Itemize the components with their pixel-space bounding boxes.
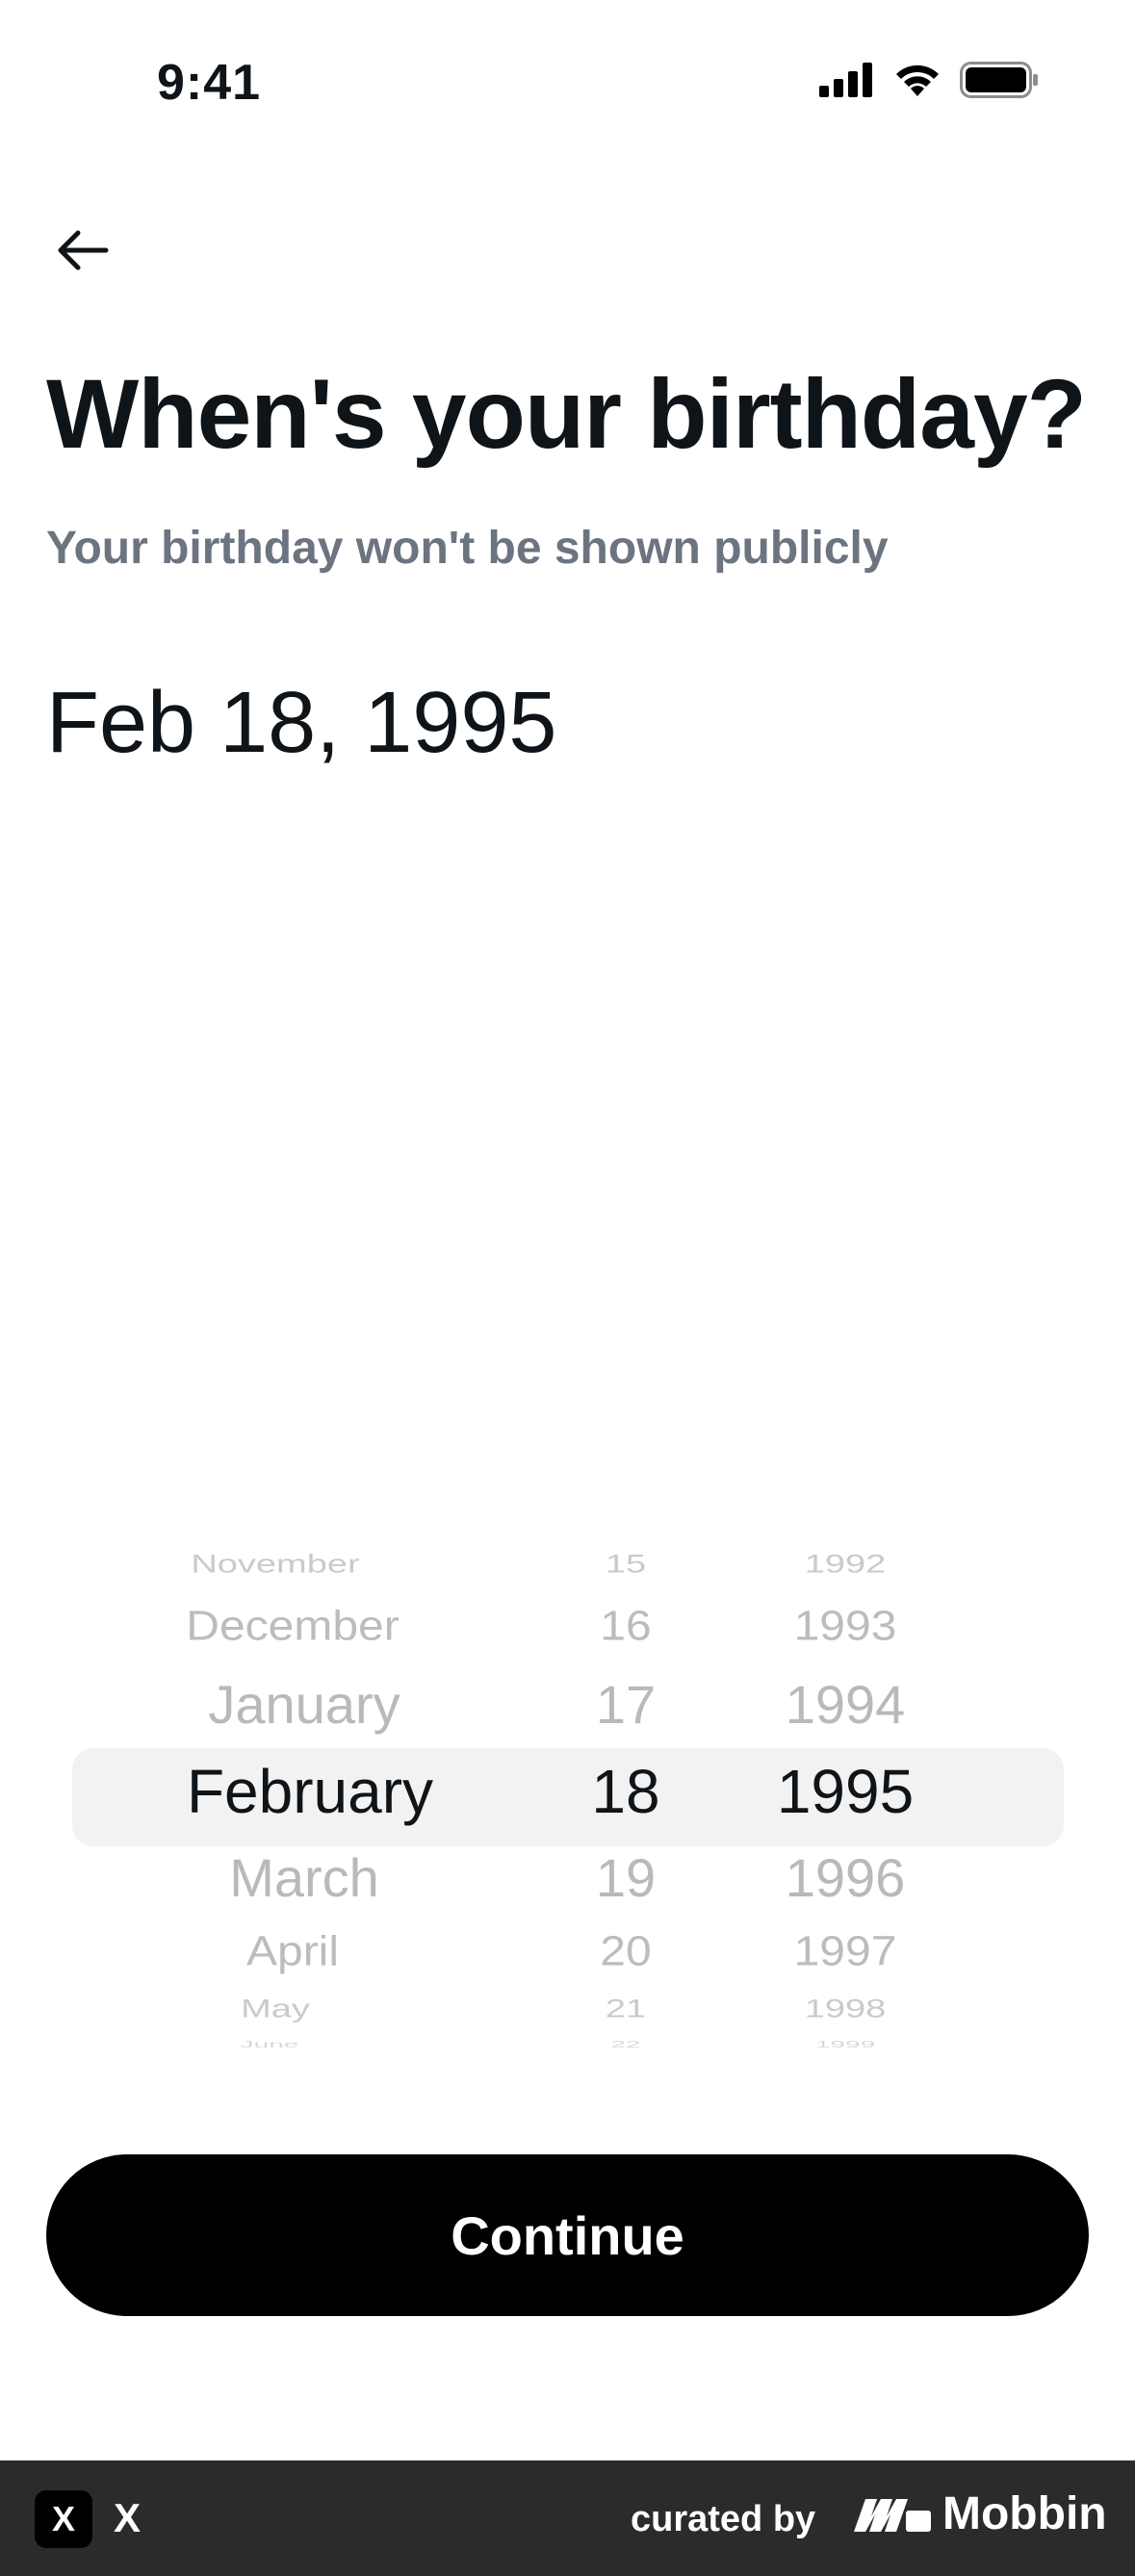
picker-month-item[interactable]: April (246, 1928, 339, 1976)
picker-day-item[interactable]: 22 (610, 2039, 640, 2049)
picker-day-item[interactable]: 20 (600, 1928, 651, 1976)
footer-app-name: X (114, 2495, 142, 2540)
picker-day-item[interactable]: 21 (606, 1995, 646, 2023)
picker-day-item[interactable]: 15 (606, 1550, 646, 1579)
picker-year-item[interactable]: 1997 (794, 1928, 897, 1976)
back-button[interactable] (50, 221, 116, 279)
picker-year-item[interactable]: 1998 (805, 1995, 887, 2023)
page-title: When's your birthday? (46, 359, 1087, 469)
status-bar: 9:41 (0, 0, 1135, 164)
picker-day-item[interactable]: 19 (596, 1846, 656, 1909)
picker-month-item[interactable]: June (241, 2039, 299, 2049)
picker-month-item[interactable]: February (187, 1756, 433, 1827)
picker-day-item[interactable]: 17 (596, 1673, 656, 1736)
wifi-icon (896, 64, 939, 96)
picker-year-item[interactable]: 1995 (777, 1756, 914, 1827)
picker-year-item[interactable]: 1996 (786, 1846, 906, 1909)
picker-year-item[interactable]: 1992 (805, 1550, 887, 1579)
birthday-value-field[interactable]: Feb 18, 1995 (46, 674, 556, 773)
picker-day-item[interactable]: 16 (600, 1603, 651, 1651)
picker-year-item[interactable]: 1993 (794, 1603, 897, 1651)
footer-brand-name: Mobbin (942, 2488, 1107, 2539)
continue-button[interactable]: Continue (46, 2154, 1089, 2316)
battery-icon (960, 62, 1038, 98)
status-icons (819, 62, 1039, 98)
footer-bar: X X curated by Mobbin (0, 2460, 1135, 2576)
picker-month-item[interactable]: May (241, 1995, 310, 2023)
picker-month-item[interactable]: November (191, 1550, 359, 1579)
footer-brand: Mobbin (852, 2487, 1107, 2540)
date-picker[interactable]: OctoberNovemberDecemberJanuaryFebruaryMa… (0, 1531, 1135, 2050)
picker-month-item[interactable]: December (186, 1603, 399, 1651)
x-logo-icon: X (35, 2490, 92, 2548)
footer-curated-by: curated by (631, 2499, 816, 2539)
mobbin-logo-icon (854, 2498, 931, 2532)
picker-year-item[interactable]: 1994 (786, 1673, 906, 1736)
picker-month-item[interactable]: March (229, 1846, 379, 1909)
picker-day-item[interactable]: 18 (591, 1756, 659, 1827)
picker-year-item[interactable]: 1999 (815, 2039, 875, 2049)
status-time: 9:41 (157, 55, 262, 111)
arrow-left-icon (58, 230, 109, 270)
picker-month-item[interactable]: January (208, 1673, 400, 1736)
signal-icon (819, 63, 872, 97)
page-subtitle: Your birthday won't be shown publicly (46, 523, 889, 574)
